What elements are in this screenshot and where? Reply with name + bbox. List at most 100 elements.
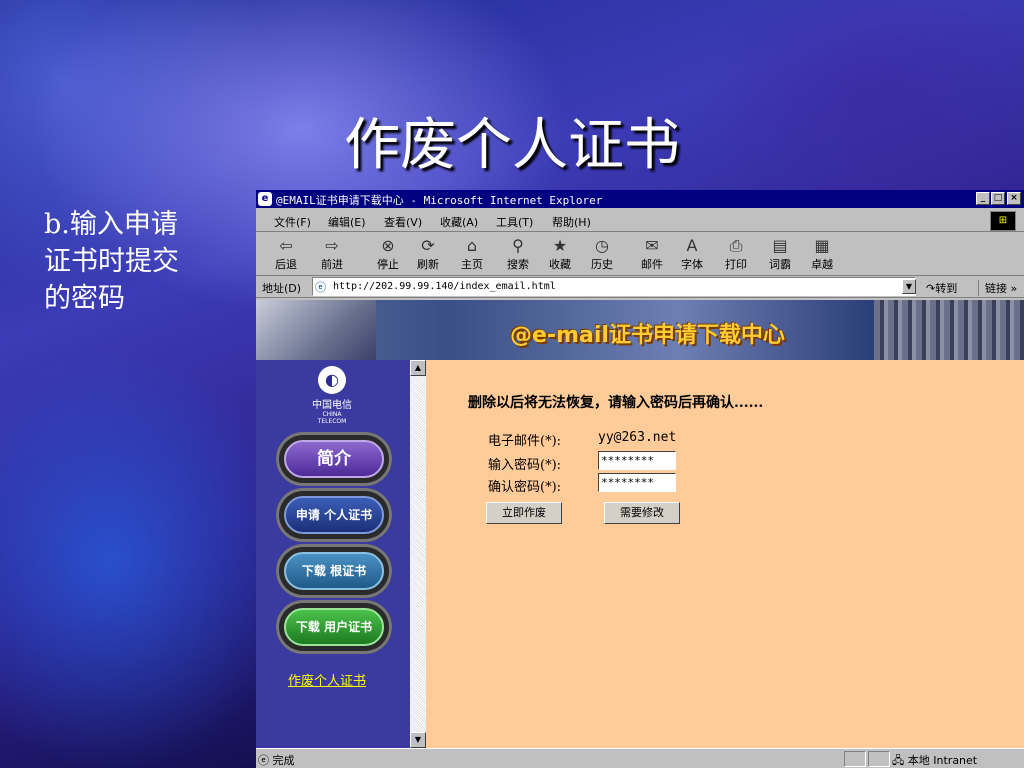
windows-logo-icon: ⊞ [990, 211, 1016, 231]
toolbar: ⇦ 后退 ⇨ 前进 ⊗ 停止 ⟳ 刷新 ⌂ 主页 ⚲ 搜索 ★ 收藏 ◷ 历史 ✉ 邮件 A 字体 ⎙ 打印 ▤ 词霸 ▦ 卓越 [256, 234, 1024, 276]
status-bar: ⓔ 完成 🖧 本地 Intranet [256, 748, 1024, 768]
toolbar-label: 收藏 [549, 258, 571, 271]
toolbar-label: 卓越 [811, 258, 833, 271]
warning-message: 删除以后将无法恢复，请输入密码后再确认...... [468, 395, 764, 411]
nav-download-user-button[interactable]: 下载 用户证书 [276, 600, 392, 654]
email-label: 电子邮件(*): [488, 434, 562, 449]
nav-scrollbar[interactable]: ▲ ▼ [410, 360, 426, 748]
toolbar-button-9[interactable]: A 字体 [670, 236, 714, 274]
logo-text-cn: 中国电信 [312, 400, 352, 411]
address-input[interactable]: ⓔ http://202.99.99.140/index_email.html [312, 277, 916, 296]
slide-side-text: b.输入申请证书时提交的密码 [44, 209, 179, 314]
menu-file[interactable]: 文件(F) [274, 214, 311, 230]
toolbar-button-3[interactable]: ⟳ 刷新 [406, 236, 450, 274]
toolbar-label: 主页 [461, 258, 483, 271]
toolbar-button-12[interactable]: ▦ 卓越 [800, 236, 844, 274]
toolbar-button-11[interactable]: ▤ 词霸 [758, 236, 802, 274]
slide-title: 作废个人证书 [344, 113, 680, 178]
toolbar-label: 邮件 [641, 258, 663, 271]
maximize-button[interactable]: □ [991, 192, 1005, 205]
china-telecom-logo: ◐ 中国电信 CHINA TELECOM [312, 366, 352, 425]
toolbar-label: 打印 [725, 258, 747, 271]
toolbar-button-1[interactable]: ⇨ 前进 [310, 236, 354, 274]
toolbar-button-4[interactable]: ⌂ 主页 [450, 236, 494, 274]
toolbar-label: 字体 [681, 258, 703, 271]
revoke-now-button[interactable]: 立即作废 [486, 502, 562, 524]
menu-view[interactable]: 查看(V) [384, 214, 422, 230]
toolbar-button-10[interactable]: ⎙ 打印 [714, 236, 758, 274]
browser-window: e @EMAIL证书申请下载中心 - Microsoft Internet Ex… [256, 190, 1024, 768]
status-text: ⓔ 完成 [258, 754, 295, 767]
banner-title: @e-mail证书申请下载中心 [510, 323, 785, 348]
go-button[interactable]: ↷转到 [926, 280, 957, 296]
menu-favorites[interactable]: 收藏(A) [440, 214, 478, 230]
status-segment [844, 751, 866, 767]
search-icon: ⚲ [512, 236, 524, 255]
nav-intro-label: 简介 [284, 440, 384, 478]
address-url: http://202.99.99.140/index_email.html [333, 281, 556, 292]
email-value: yy@263.net [598, 430, 677, 445]
nav-download-root-button[interactable]: 下载 根证书 [276, 544, 392, 598]
menu-bar: 文件(F) 编辑(E) 查看(V) 收藏(A) 工具(T) 帮助(H) ⊞ [256, 210, 1024, 232]
print-icon: ⎙ [729, 236, 743, 255]
menu-edit[interactable]: 编辑(E) [328, 214, 366, 230]
scroll-up-button[interactable]: ▲ [410, 360, 426, 376]
font-icon: A [686, 236, 698, 255]
refresh-icon: ⟳ [421, 236, 435, 255]
nav-download-user-label: 下载 用户证书 [284, 608, 384, 646]
nav-intro-button[interactable]: 简介 [276, 432, 392, 486]
menu-tools[interactable]: 工具(T) [496, 214, 533, 230]
page-icon: ⓔ [315, 281, 326, 294]
scroll-down-button[interactable]: ▼ [410, 732, 426, 748]
window-title-bar: e @EMAIL证书申请下载中心 - Microsoft Internet Ex… [256, 190, 1024, 208]
toolbar-label: 后退 [275, 258, 297, 271]
toolbar-label: 历史 [591, 258, 613, 271]
left-navigation: ◐ 中国电信 CHINA TELECOM 简介 申请 个人证书 下载 根证书 下… [256, 360, 410, 748]
nav-apply-label: 申请 个人证书 [284, 496, 384, 534]
banner-buildings [874, 300, 1024, 360]
toolbar-button-2[interactable]: ⊗ 停止 [366, 236, 410, 274]
stop-icon: ⊗ [381, 236, 395, 255]
status-zone: 🖧 本地 Intranet [892, 754, 978, 767]
status-segment [868, 751, 890, 767]
toolbar-label: 搜索 [507, 258, 529, 271]
banner-photo [256, 300, 376, 360]
password-label: 输入密码(*): [488, 458, 562, 473]
minimize-button[interactable]: _ [976, 192, 990, 205]
toolbar-label: 停止 [377, 258, 399, 271]
nav-apply-button[interactable]: 申请 个人证书 [276, 488, 392, 542]
joyo-icon: ▦ [814, 236, 830, 255]
toolbar-label: 刷新 [417, 258, 439, 271]
logo-text-en: CHINA TELECOM [317, 411, 347, 425]
window-title: @EMAIL证书申请下载中心 - Microsoft Internet Expl… [276, 194, 603, 207]
toolbar-button-6[interactable]: ★ 收藏 [538, 236, 582, 274]
close-button[interactable]: × [1007, 192, 1021, 205]
favorites-icon: ★ [552, 236, 568, 255]
confirm-password-label: 确认密码(*): [488, 480, 562, 495]
password-input[interactable]: ******** [598, 451, 676, 470]
toolbar-button-0[interactable]: ⇦ 后退 [264, 236, 308, 274]
toolbar-button-5[interactable]: ⚲ 搜索 [496, 236, 540, 274]
history-icon: ◷ [595, 236, 609, 255]
telecom-logo-icon: ◐ [318, 366, 346, 394]
toolbar-button-7[interactable]: ◷ 历史 [580, 236, 624, 274]
address-dropdown-button[interactable]: ▼ [902, 279, 916, 294]
forward-arrow-icon: ⇨ [325, 236, 339, 255]
toolbar-label: 前进 [321, 258, 343, 271]
address-bar: 地址(D) ⓔ http://202.99.99.140/index_email… [256, 276, 1024, 298]
address-label: 地址(D) [262, 282, 302, 295]
mail-icon: ✉ [645, 236, 659, 255]
page-content: @e-mail证书申请下载中心 ◐ 中国电信 CHINA TELECOM 简介 … [256, 300, 1024, 748]
back-arrow-icon: ⇦ [279, 236, 293, 255]
links-button[interactable]: 链接 » [978, 280, 1017, 296]
toolbar-label: 词霸 [769, 258, 791, 271]
ie-logo-icon: e [258, 192, 272, 206]
menu-help[interactable]: 帮助(H) [552, 214, 591, 230]
need-modify-button[interactable]: 需要修改 [604, 502, 680, 524]
toolbar-button-8[interactable]: ✉ 邮件 [630, 236, 674, 274]
nav-download-root-label: 下载 根证书 [284, 552, 384, 590]
revoke-certificate-link[interactable]: 作废个人证书 [288, 670, 366, 689]
intranet-icon: 🖧 [892, 754, 905, 767]
confirm-password-input[interactable]: ******** [598, 473, 676, 492]
home-icon: ⌂ [466, 236, 478, 255]
